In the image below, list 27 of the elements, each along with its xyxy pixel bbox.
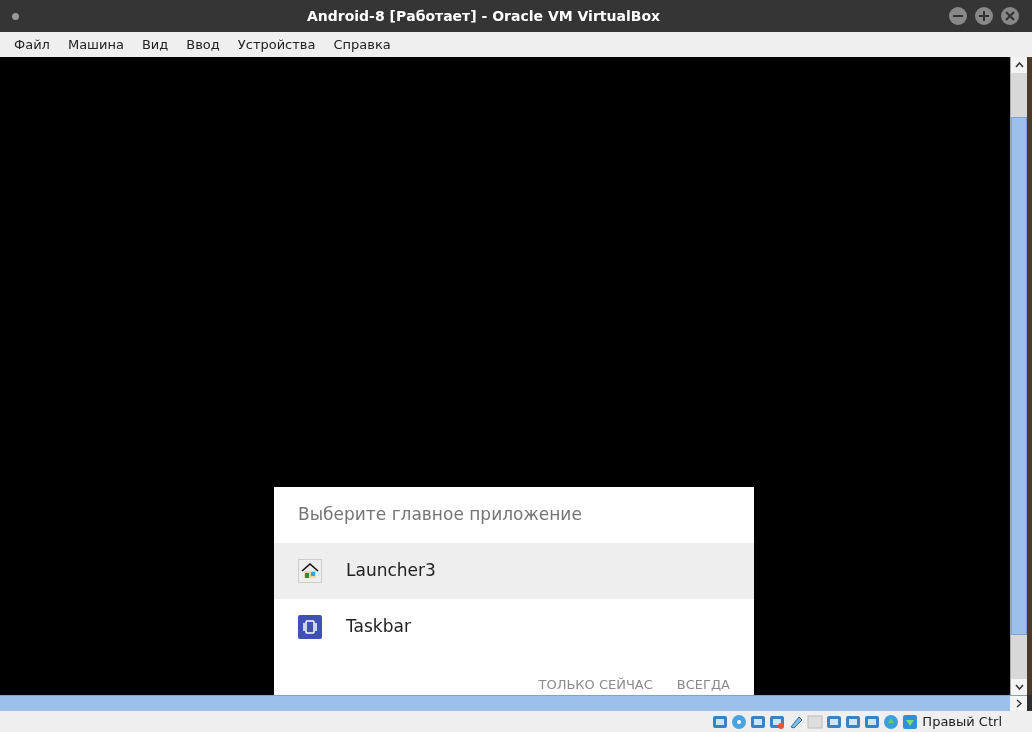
scroll-down-icon[interactable] <box>1011 679 1027 695</box>
maximize-icon[interactable] <box>974 6 994 26</box>
dialog-button[interactable]: ВСЕГДА <box>676 677 730 693</box>
dialog-title: Выберите главное приложение <box>298 503 582 527</box>
mouse-integration-icon[interactable] <box>883 713 900 730</box>
optical-disc-icon[interactable] <box>731 713 748 730</box>
download-icon[interactable] <box>902 713 919 730</box>
dialog-button[interactable]: ТОЛЬКО СЕЙЧАС <box>538 677 653 693</box>
house-icon <box>298 559 322 583</box>
window-menu-icon[interactable] <box>12 12 19 20</box>
scroll-up-icon[interactable] <box>1011 57 1027 73</box>
network-icon[interactable] <box>769 713 786 730</box>
menu-item[interactable]: Машина <box>58 34 133 55</box>
app-option[interactable]: Launcher3 <box>274 543 754 599</box>
minimize-icon[interactable] <box>948 6 968 26</box>
menu-item[interactable]: Вид <box>132 34 178 55</box>
host-key-label: Правый Ctrl <box>922 712 1002 731</box>
taskbar-app-icon <box>298 615 322 639</box>
scroll-right-icon[interactable] <box>1010 696 1027 711</box>
app-name: Taskbar <box>346 615 411 639</box>
app-name: Launcher3 <box>346 559 436 583</box>
window-title: Android-8 [Работает] - Oracle VM VirtualBox <box>306 6 661 26</box>
close-icon[interactable] <box>1000 6 1020 26</box>
menu-item[interactable]: Ввод <box>177 34 229 55</box>
menu-item[interactable]: Файл <box>5 34 59 55</box>
menu-item[interactable]: Устройства <box>228 34 325 55</box>
menu-item[interactable]: Справка <box>324 34 400 55</box>
